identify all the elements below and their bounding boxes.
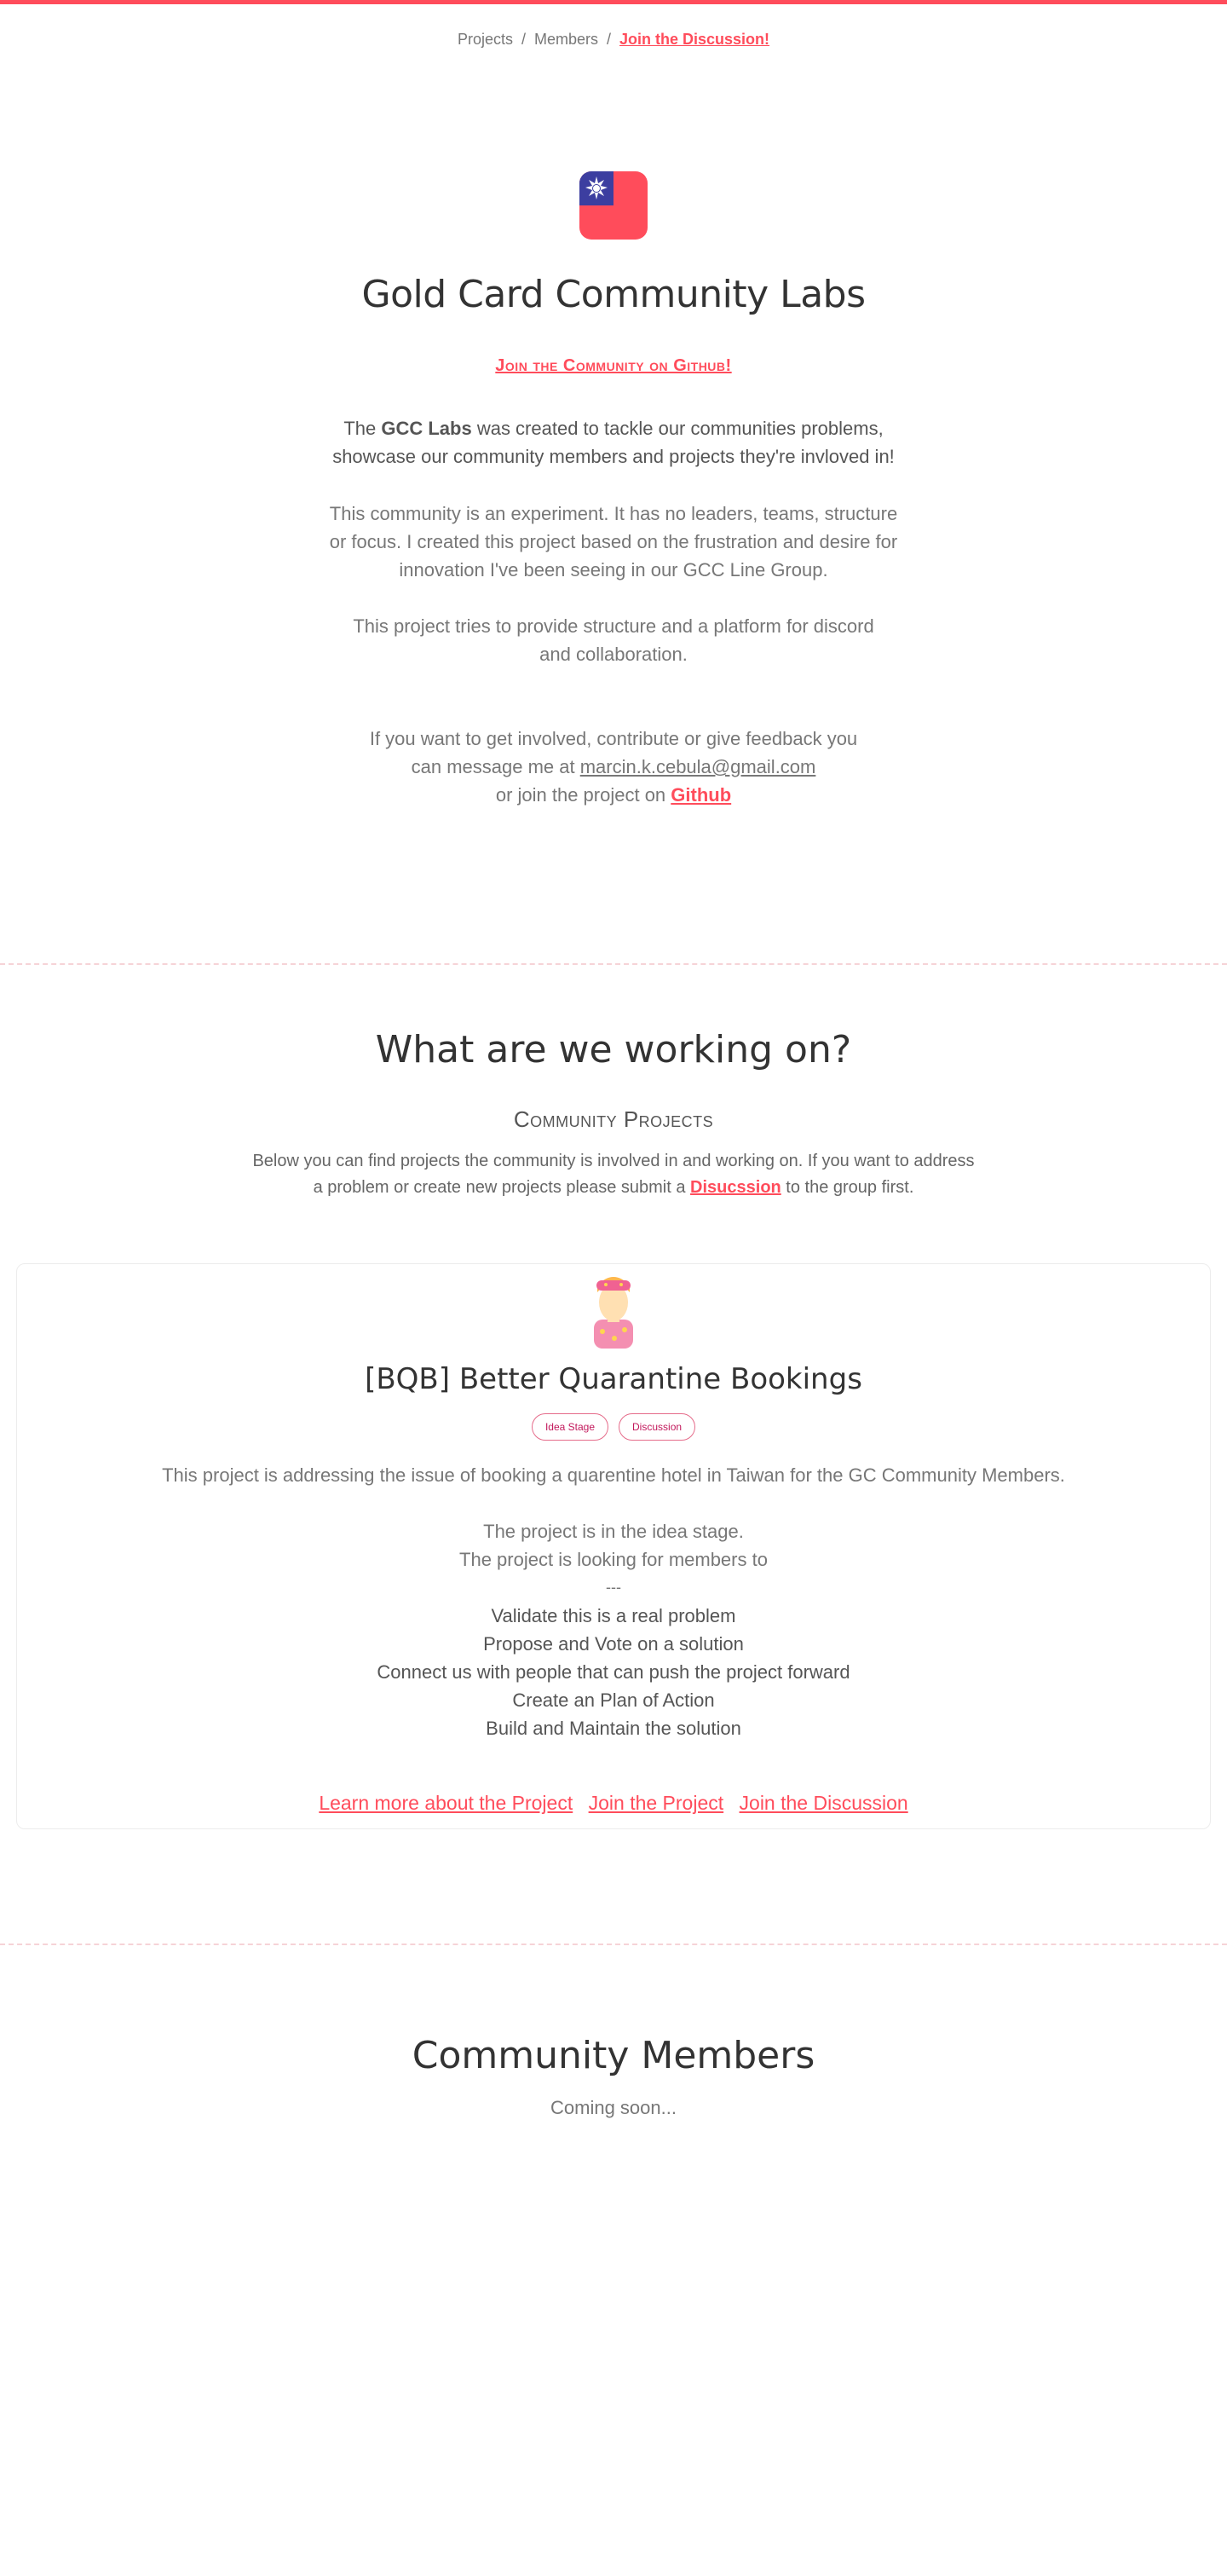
task-item: Validate this is a real problem xyxy=(491,1605,736,1626)
badge-idea-stage[interactable]: Idea Stage xyxy=(531,1413,609,1441)
p1-line3: innovation I've been seeing in our GCC L… xyxy=(399,559,828,580)
sun-icon xyxy=(585,176,608,199)
p3-line2-pre: can message me at xyxy=(411,756,580,777)
badge-discussion[interactable]: Discussion xyxy=(619,1413,696,1441)
p2-line1: This project tries to provide structure … xyxy=(353,615,874,637)
project-stage: The project is in the idea stage. xyxy=(483,1521,744,1542)
nav-separator: / xyxy=(521,31,526,48)
project-divider: --- xyxy=(606,1579,621,1596)
members-section-title: Community Members xyxy=(412,2034,815,2077)
nav-discussion-link[interactable]: Join the Discussion! xyxy=(619,31,769,48)
top-accent-bar xyxy=(0,0,1227,4)
p1-line2: or focus. I created this project based o… xyxy=(329,531,898,552)
page-title: Gold Card Community Labs xyxy=(361,273,866,316)
p3-line1: If you want to get involved, contribute … xyxy=(369,728,858,749)
breadcrumb: Projects / Members / Join the Discussion! xyxy=(0,31,1227,49)
flag-canton xyxy=(579,171,614,205)
desc-line2-pre: a problem or create new projects please … xyxy=(313,1178,691,1197)
task-item: Build and Maintain the solution xyxy=(486,1718,741,1739)
desc-line2-post: to the group first. xyxy=(781,1178,914,1197)
intro-post: was created to tackle our communities pr… xyxy=(471,418,884,439)
intro-text: The GCC Labs was created to tackle our c… xyxy=(0,414,1227,471)
section-divider xyxy=(0,1944,1227,1945)
nav-members-link[interactable]: Members xyxy=(534,31,598,48)
projects-section-title: What are we working on? xyxy=(375,1028,852,1071)
about-paragraph-3: If you want to get involved, contribute … xyxy=(0,725,1227,809)
project-badges: Idea Stage Discussion xyxy=(0,1413,1227,1441)
discussion-link[interactable]: Disucssion xyxy=(690,1178,781,1197)
task-item: Create an Plan of Action xyxy=(512,1689,715,1711)
p1-line1: This community is an experiment. It has … xyxy=(329,503,898,524)
intro-pre: The xyxy=(343,418,382,439)
learn-more-link[interactable]: Learn more about the Project xyxy=(319,1792,573,1814)
project-description: This project is addressing the issue of … xyxy=(162,1464,1065,1486)
github-community-link[interactable]: Join the Community on Github! xyxy=(0,356,1227,376)
project-task-list: Validate this is a real problem Propose … xyxy=(0,1602,1227,1742)
desc-line1: Below you can find projects the communit… xyxy=(252,1152,975,1170)
join-discussion-link[interactable]: Join the Discussion xyxy=(740,1792,908,1814)
projects-subtitle: Community Projects xyxy=(513,1106,714,1132)
project-stage-info: The project is in the idea stage. The pr… xyxy=(0,1517,1227,1602)
project-avatar-icon xyxy=(594,1277,633,1349)
task-item: Connect us with people that can push the… xyxy=(377,1661,850,1683)
join-project-link[interactable]: Join the Project xyxy=(589,1792,724,1814)
nav-projects-link[interactable]: Projects xyxy=(458,31,513,48)
intro-bold: GCC Labs xyxy=(381,418,472,439)
github-link[interactable]: Github xyxy=(671,784,731,806)
project-looking: The project is looking for members to xyxy=(459,1549,768,1570)
projects-description: Below you can find projects the communit… xyxy=(0,1148,1227,1201)
taiwan-flag-icon xyxy=(579,171,648,240)
members-status: Coming soon... xyxy=(550,2097,677,2118)
nav-separator: / xyxy=(607,31,612,48)
p2-line2: and collaboration. xyxy=(539,644,688,665)
project-title: [BQB] Better Quarantine Bookings xyxy=(365,1362,862,1396)
p3-line3-pre: or join the project on xyxy=(495,784,671,806)
about-paragraph-1: This community is an experiment. It has … xyxy=(0,500,1227,584)
task-item: Propose and Vote on a solution xyxy=(483,1633,744,1655)
email-link[interactable]: marcin.k.cebula@gmail.com xyxy=(580,756,816,777)
project-actions: Learn more about the Project Join the Pr… xyxy=(0,1792,1227,1815)
section-divider xyxy=(0,963,1227,965)
about-paragraph-2: This project tries to provide structure … xyxy=(0,612,1227,668)
intro-line2: showcase our community members and proje… xyxy=(332,446,895,467)
